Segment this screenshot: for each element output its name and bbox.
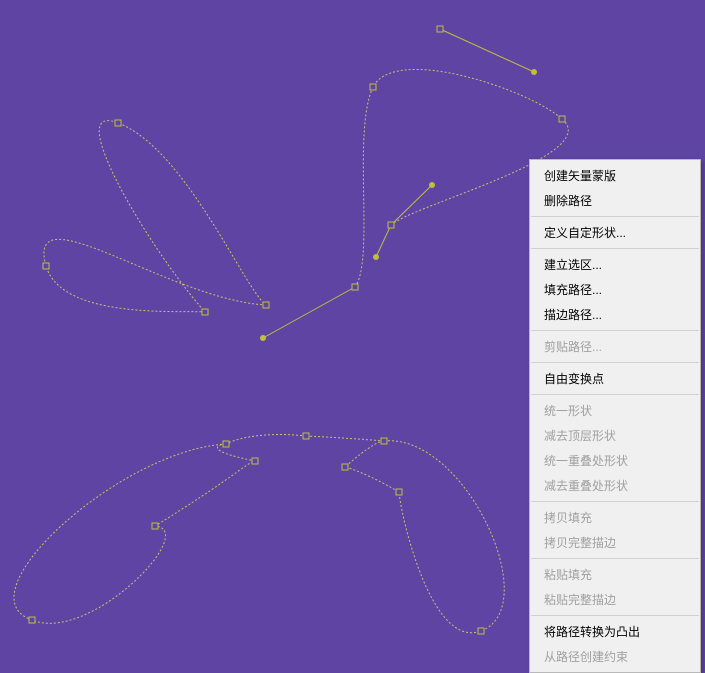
menu-paste-fill: 粘贴填充: [530, 562, 700, 587]
anchor-point[interactable]: [202, 309, 208, 315]
anchor-point[interactable]: [303, 433, 309, 439]
anchor-point[interactable]: [252, 458, 258, 464]
control-handle-line: [263, 287, 355, 338]
menu-separator: [531, 330, 699, 331]
menu-convert-extrude[interactable]: 将路径转换为凸出: [530, 619, 700, 644]
menu-clipping-path: 剪贴路径...: [530, 334, 700, 359]
anchor-point[interactable]: [342, 464, 348, 470]
anchor-point[interactable]: [263, 302, 269, 308]
menu-exclude: 减去重叠处形状: [530, 473, 700, 498]
menu-paste-stroke: 粘贴完整描边: [530, 587, 700, 612]
anchor-point[interactable]: [43, 263, 49, 269]
vector-path[interactable]: [14, 69, 568, 632]
menu-separator: [531, 362, 699, 363]
anchor-point[interactable]: [478, 628, 484, 634]
menu-stroke-path[interactable]: 描边路径...: [530, 302, 700, 327]
menu-subtract-front: 减去顶层形状: [530, 423, 700, 448]
anchor-point[interactable]: [115, 120, 121, 126]
menu-free-transform-points[interactable]: 自由变换点: [530, 366, 700, 391]
anchor-point[interactable]: [559, 116, 565, 122]
anchor-point[interactable]: [381, 438, 387, 444]
menu-make-selection[interactable]: 建立选区...: [530, 252, 700, 277]
menu-separator: [531, 248, 699, 249]
menu-unite-shapes: 统一形状: [530, 398, 700, 423]
control-handle-line: [391, 185, 432, 225]
menu-define-custom-shape[interactable]: 定义自定形状...: [530, 220, 700, 245]
menu-copy-stroke: 拷贝完整描边: [530, 530, 700, 555]
anchor-point[interactable]: [152, 523, 158, 529]
control-handle-point[interactable]: [531, 69, 537, 75]
menu-fill-path[interactable]: 填充路径...: [530, 277, 700, 302]
menu-separator: [531, 558, 699, 559]
menu-create-vector-mask[interactable]: 创建矢量蒙版: [530, 163, 700, 188]
anchor-point[interactable]: [370, 84, 376, 90]
path-context-menu: 创建矢量蒙版删除路径定义自定形状... 建立选区...填充路径...描边路径...…: [529, 159, 701, 673]
control-handle-line: [376, 225, 391, 257]
menu-separator: [531, 501, 699, 502]
anchor-point[interactable]: [352, 284, 358, 290]
menu-delete-path[interactable]: 删除路径: [530, 188, 700, 213]
menu-intersect: 统一重叠处形状: [530, 448, 700, 473]
control-handle-point[interactable]: [373, 254, 379, 260]
menu-copy-fill: 拷贝填充: [530, 505, 700, 530]
control-handle-line: [440, 29, 534, 72]
anchor-point[interactable]: [396, 489, 402, 495]
anchor-point[interactable]: [223, 441, 229, 447]
control-handle-point[interactable]: [429, 182, 435, 188]
anchor-point[interactable]: [388, 222, 394, 228]
menu-separator: [531, 216, 699, 217]
control-handle-point[interactable]: [260, 335, 266, 341]
menu-separator: [531, 394, 699, 395]
menu-create-constraint: 从路径创建约束: [530, 644, 700, 669]
anchor-point[interactable]: [437, 26, 443, 32]
menu-separator: [531, 615, 699, 616]
anchor-point[interactable]: [29, 617, 35, 623]
